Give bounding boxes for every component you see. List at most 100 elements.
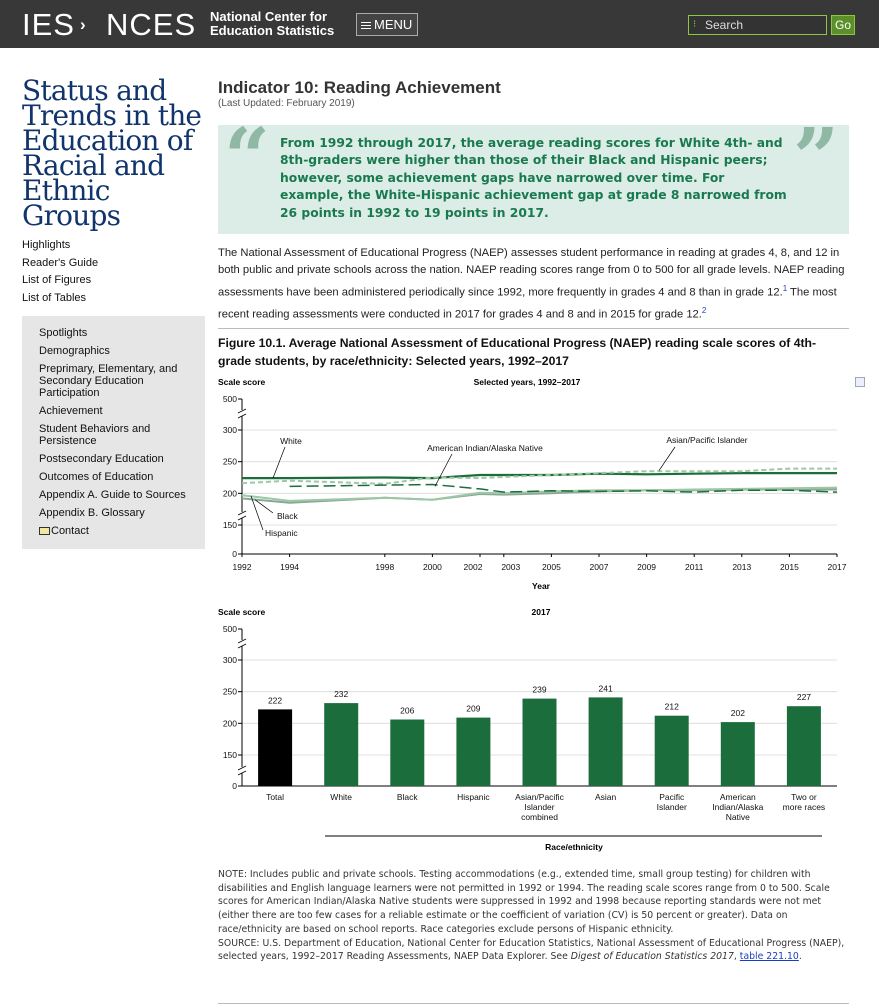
divider-bottom: [218, 1003, 849, 1004]
line-chart-x-tick-label: 2011: [685, 562, 704, 572]
line-chart-y-tick-label: 500: [223, 394, 237, 404]
source-table-link[interactable]: table 221.10: [740, 951, 799, 962]
sidebar-item-preprimary[interactable]: Preprimary, Elementary, and Secondary Ed…: [39, 363, 199, 399]
line-chart-label-leader: [434, 453, 453, 487]
sidebar-quick-links: Highlights Reader's Guide List of Figure…: [22, 237, 98, 307]
bar-value-label: 222: [268, 695, 282, 705]
search-placeholder: Search: [705, 18, 744, 32]
sidebar-item-spotlights[interactable]: Spotlights: [39, 327, 199, 339]
bar-american-indian-alaska-native: [720, 722, 755, 786]
page-title: Indicator 10: Reading Achievement: [218, 78, 501, 97]
bar-pacific-islander: [654, 715, 689, 786]
bar-category-label: Hispanic: [457, 792, 490, 802]
bar-chart-y-tick-label: 200: [223, 718, 237, 728]
figure-chart: Scale score Selected years, 1992–2017 Ye…: [215, 372, 855, 862]
sidebar-link-readers-guide[interactable]: Reader's Guide: [22, 255, 98, 273]
bar-value-label: 209: [466, 704, 480, 714]
bar-total: [258, 709, 293, 786]
bar-chart-y-tick-label: 500: [223, 624, 237, 634]
bar-category-label: Asian: [595, 792, 617, 802]
line-series-asian-pacific-islander: [241, 467, 837, 485]
bar-value-label: 206: [400, 706, 414, 716]
sidebar-item-demographics[interactable]: Demographics: [39, 345, 199, 357]
bar-category-label: Pacific: [659, 792, 685, 802]
line-chart-series-label: White: [280, 436, 302, 446]
figure-title: Figure 10.1. Average National Assessment…: [218, 336, 817, 368]
last-updated: (Last Updated: February 2019): [218, 98, 355, 109]
highlight-quote-box: “ From 1992 through 2017, the average re…: [218, 117, 849, 234]
intro-paragraph: The National Assessment of Educational P…: [218, 245, 846, 324]
line-chart-y-tick-label: 0: [232, 549, 237, 559]
line-chart-label-leader: [272, 446, 286, 479]
bar-value-label: 232: [334, 689, 348, 699]
source-text-end: .: [798, 951, 802, 963]
bar-category-label: Black: [397, 792, 419, 802]
line-chart-x-tick-label: 2000: [423, 562, 442, 572]
open-quote-icon: “: [224, 110, 271, 204]
line-chart-x-tick-label: 1994: [280, 562, 299, 572]
bar-chart-y-tick-label: 300: [223, 655, 237, 665]
source-digest-title: Digest of Education Statistics 2017: [570, 951, 734, 963]
bar-value-label: 212: [665, 702, 679, 712]
sidebar-nav-box: Spotlights Demographics Preprimary, Elem…: [22, 316, 205, 549]
bar-hispanic: [456, 717, 491, 786]
line-chart-y-tick-label: 250: [223, 457, 237, 467]
bar-category-label: Asian/Pacific: [515, 792, 564, 802]
line-chart-x-tick-label: 1992: [233, 562, 252, 572]
sidebar-link-list-of-figures[interactable]: List of Figures: [22, 272, 98, 290]
bar-chart-y-tick-label: 0: [232, 781, 237, 791]
bar-category-label: Indian/Alaska: [712, 802, 763, 812]
contact-label: Contact: [51, 525, 89, 537]
sidebar-link-highlights[interactable]: Highlights: [22, 237, 98, 255]
nces-subtitle[interactable]: National Center for Education Statistics: [210, 10, 334, 38]
bar-value-label: 202: [731, 708, 745, 718]
line-chart-x-tick-label: 2007: [590, 562, 609, 572]
bar-chart-subtitle: 2017: [532, 607, 551, 617]
line-chart-x-tick-label: 2005: [542, 562, 561, 572]
menu-label: MENU: [374, 17, 413, 32]
intro-text-1: The National Assessment of Educational P…: [218, 247, 845, 299]
search-input[interactable]: ⁝ Search: [688, 15, 827, 35]
bar-category-label: Two or: [791, 792, 817, 802]
chart-svg: Scale score Selected years, 1992–2017 Ye…: [218, 377, 847, 852]
sidebar-item-outcomes[interactable]: Outcomes of Education: [39, 471, 199, 483]
search-go-button[interactable]: Go: [831, 15, 855, 35]
bar-category-label: Native: [726, 812, 750, 822]
line-chart-y-tick-label: 150: [223, 520, 237, 530]
footnote-link-2[interactable]: 2: [702, 306, 706, 315]
search-cursor-icon: ⁝: [693, 19, 697, 30]
line-chart-x-axis-label: Year: [532, 581, 551, 591]
line-chart-subtitle: Selected years, 1992–2017: [474, 377, 581, 387]
highlight-quote-text: From 1992 through 2017, the average read…: [280, 136, 787, 220]
sidebar-item-student-behaviors[interactable]: Student Behaviors and Persistence: [39, 423, 199, 447]
line-chart-x-tick-label: 2002: [464, 562, 483, 572]
bar-chart-x-axis-label: Race/ethnicity: [545, 842, 603, 852]
line-chart-y-axis-label: Scale score: [218, 377, 266, 387]
sidebar-link-list-of-tables[interactable]: List of Tables: [22, 290, 98, 308]
line-chart: Scale score Selected years, 1992–2017 Ye…: [218, 377, 847, 591]
sidebar-item-appendix-a[interactable]: Appendix A. Guide to Sources: [39, 489, 199, 501]
bar-chart: Scale score 2017 Race/ethnicity 0 150 200 2…: [218, 607, 837, 852]
sidebar-item-achievement[interactable]: Achievement: [39, 405, 199, 417]
note-text: NOTE: Includes public and private school…: [218, 869, 830, 935]
sidebar-item-appendix-b[interactable]: Appendix B. Glossary: [39, 507, 199, 519]
line-chart-series-label: Hispanic: [265, 528, 298, 538]
hamburger-icon: [361, 20, 371, 31]
nces-logo[interactable]: NCES: [106, 7, 196, 43]
line-chart-label-leader: [658, 446, 676, 471]
top-navigation-bar: IES › NCES National Center for Education…: [0, 0, 879, 48]
line-chart-series-label: Black: [277, 511, 299, 521]
line-chart-x-tick-label: 1998: [375, 562, 394, 572]
line-chart-x-tick-label: 2003: [501, 562, 520, 572]
publication-title[interactable]: Status and Trends in the Education of Ra…: [22, 77, 202, 230]
line-chart-x-tick-label: 2017: [828, 562, 847, 572]
bar-category-label: Islander: [657, 802, 687, 812]
bar-category-label: Islander: [524, 802, 554, 812]
menu-button[interactable]: MENU: [356, 13, 418, 36]
ies-logo[interactable]: IES: [22, 7, 75, 43]
line-chart-x-tick-label: 2009: [637, 562, 656, 572]
bar-black: [390, 719, 425, 786]
sidebar-item-contact[interactable]: Contact: [39, 525, 199, 537]
image-placeholder-icon[interactable]: [855, 377, 865, 387]
sidebar-item-postsecondary[interactable]: Postsecondary Education: [39, 453, 199, 465]
